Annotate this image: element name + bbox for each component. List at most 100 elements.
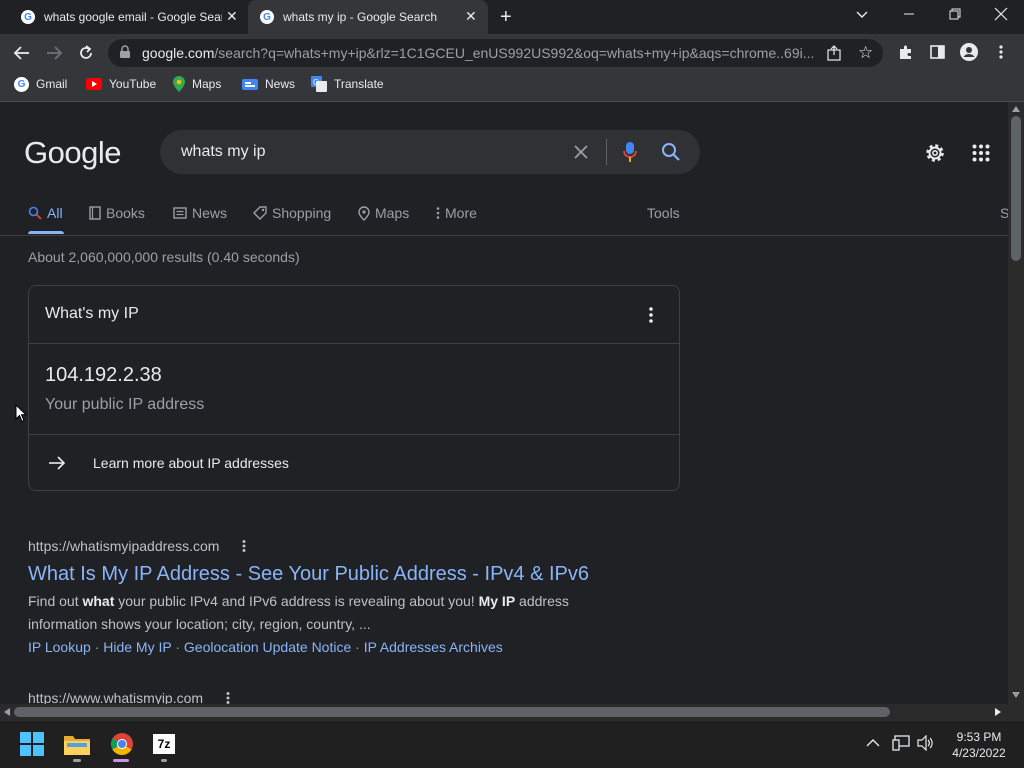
settings-gear-icon[interactable] [924,142,946,164]
sitelinks: IP Lookup · Hide My IP · Geolocation Upd… [28,639,503,655]
search-icon[interactable] [661,142,681,162]
scroll-down-arrow-icon[interactable] [1012,692,1020,698]
forward-button[interactable] [45,44,63,62]
maps-pin-icon [173,76,185,92]
url-text[interactable]: google.com/search?q=whats+my+ip&rlz=1C1G… [142,45,814,61]
ip-address-value: 104.192.2.38 [45,364,162,386]
reload-button[interactable] [77,44,95,62]
file-explorer-icon[interactable] [64,733,90,755]
close-icon[interactable]: ✕ [226,9,238,23]
scroll-left-arrow-icon[interactable] [4,708,10,716]
bookmark-label: Maps [192,77,222,91]
tab-label: All [47,205,63,221]
result-more-options-icon[interactable] [225,691,231,704]
tools-button[interactable]: Tools [647,204,680,222]
scrollbar-corner [1008,704,1024,720]
bookmark-label: News [265,77,296,91]
snippet-text: your public IPv4 and IPv6 address is rev… [114,593,479,609]
taskbar-clock[interactable]: 9:53 PM 4/23/2022 [944,729,1014,761]
tab-whats-my-ip[interactable]: G whats my ip - Google Search ✕ [248,0,488,34]
volume-icon[interactable] [917,735,935,751]
snippet-highlight: My IP [478,593,516,609]
google-apps-icon[interactable] [972,144,990,162]
google-icon: G [14,76,29,92]
snippet-highlight: what [82,593,115,609]
tab-shopping[interactable]: Shopping [253,204,331,222]
card-more-options-icon[interactable] [647,306,655,324]
vertical-scroll-thumb[interactable] [1011,116,1021,261]
bookmark-maps[interactable]: Maps [173,72,221,96]
back-button[interactable] [13,44,31,62]
tag-icon [253,206,267,220]
bookmark-translate[interactable]: G Translate [311,72,384,96]
result-more-options-icon[interactable] [241,539,247,553]
bookmark-news[interactable]: News [242,72,295,96]
sitelink-geolocation-update[interactable]: Geolocation Update Notice [184,639,351,655]
learn-more-ip-link[interactable]: Learn more about IP addresses [29,435,679,490]
url-path: /search?q=whats+my+ip&rlz=1C1GCEU_enUS99… [214,45,814,61]
lock-icon[interactable] [119,45,131,59]
chrome-icon[interactable] [110,732,134,756]
sitelink-hide-my-ip[interactable]: Hide My IP [103,639,171,655]
chrome-menu-icon[interactable] [998,44,1004,60]
microphone-icon[interactable] [623,141,637,163]
horizontal-scroll-thumb[interactable] [14,707,890,717]
tab-label: Books [106,205,145,221]
file-explorer-running-indicator [73,759,81,762]
profile-avatar-icon[interactable] [960,43,978,61]
7zip-icon[interactable]: 7z [153,734,175,754]
bookmark-gmail[interactable]: G Gmail [14,72,67,96]
tab-books[interactable]: Books [89,204,145,222]
search-box-divider [606,139,607,165]
clear-search-icon[interactable] [573,144,589,160]
7zip-running-indicator [161,759,167,762]
network-icon[interactable] [892,735,910,751]
maps-pin-icon [358,205,370,221]
result-url[interactable]: https://www.whatismyip.com [28,690,203,704]
tab-maps[interactable]: Maps [358,204,409,222]
share-icon[interactable] [826,45,842,61]
tab-all[interactable]: All [28,204,63,222]
result-url[interactable]: https://whatismyipaddress.com [28,538,219,554]
active-tab-indicator [28,231,64,234]
show-hidden-icons-chevron-icon[interactable] [866,738,880,748]
google-logo[interactable]: Google [24,135,121,171]
result-title-link[interactable]: What Is My IP Address - See Your Public … [28,563,589,586]
scroll-up-arrow-icon[interactable] [1012,106,1020,112]
tab-label: Maps [375,205,410,221]
close-icon[interactable]: ✕ [465,9,477,23]
nav-divider [0,235,1008,236]
bookmark-label: YouTube [109,77,157,91]
card-title: What's my IP [45,305,139,322]
clock-date: 4/23/2022 [952,746,1006,760]
scroll-right-arrow-icon[interactable] [995,708,1001,716]
sitelink-ip-archives[interactable]: IP Addresses Archives [364,639,503,655]
bookmark-star-icon[interactable]: ☆ [858,43,873,63]
tab-label: More [445,205,477,221]
windows-start-icon[interactable] [20,732,44,756]
result-snippet: Find out what your public IPv4 and IPv6 … [28,590,628,636]
side-panel-icon[interactable] [930,45,945,59]
tab-whats-google-email[interactable]: G whats google email - Google Search ✕ [8,0,248,34]
extensions-puzzle-icon[interactable] [898,44,914,60]
window-close-button[interactable] [994,7,1008,21]
tab-search-chevron-icon[interactable] [855,10,869,20]
bookmark-label: Translate [334,77,384,91]
tab-more[interactable]: More [436,204,477,222]
vertical-scrollbar[interactable] [1008,102,1024,704]
tab-title: whats google email - Google Search [44,10,222,24]
7zip-label: 7z [157,737,171,751]
sitelink-ip-lookup[interactable]: IP Lookup [28,639,91,655]
book-icon [89,206,101,220]
search-input[interactable]: whats my ip [181,143,265,161]
minimize-button[interactable] [903,8,915,20]
tab-title: whats my ip - Google Search [283,10,438,24]
result-2-clip: https://www.whatismyip.com [0,688,1008,704]
new-tab-button[interactable]: + [500,6,512,29]
tab-news[interactable]: News [173,204,227,222]
restore-button[interactable] [949,8,961,20]
horizontal-scrollbar[interactable] [0,704,1008,720]
tab-label: Shopping [272,205,332,221]
arrow-right-icon [49,456,66,470]
bookmark-youtube[interactable]: YouTube [86,72,156,96]
